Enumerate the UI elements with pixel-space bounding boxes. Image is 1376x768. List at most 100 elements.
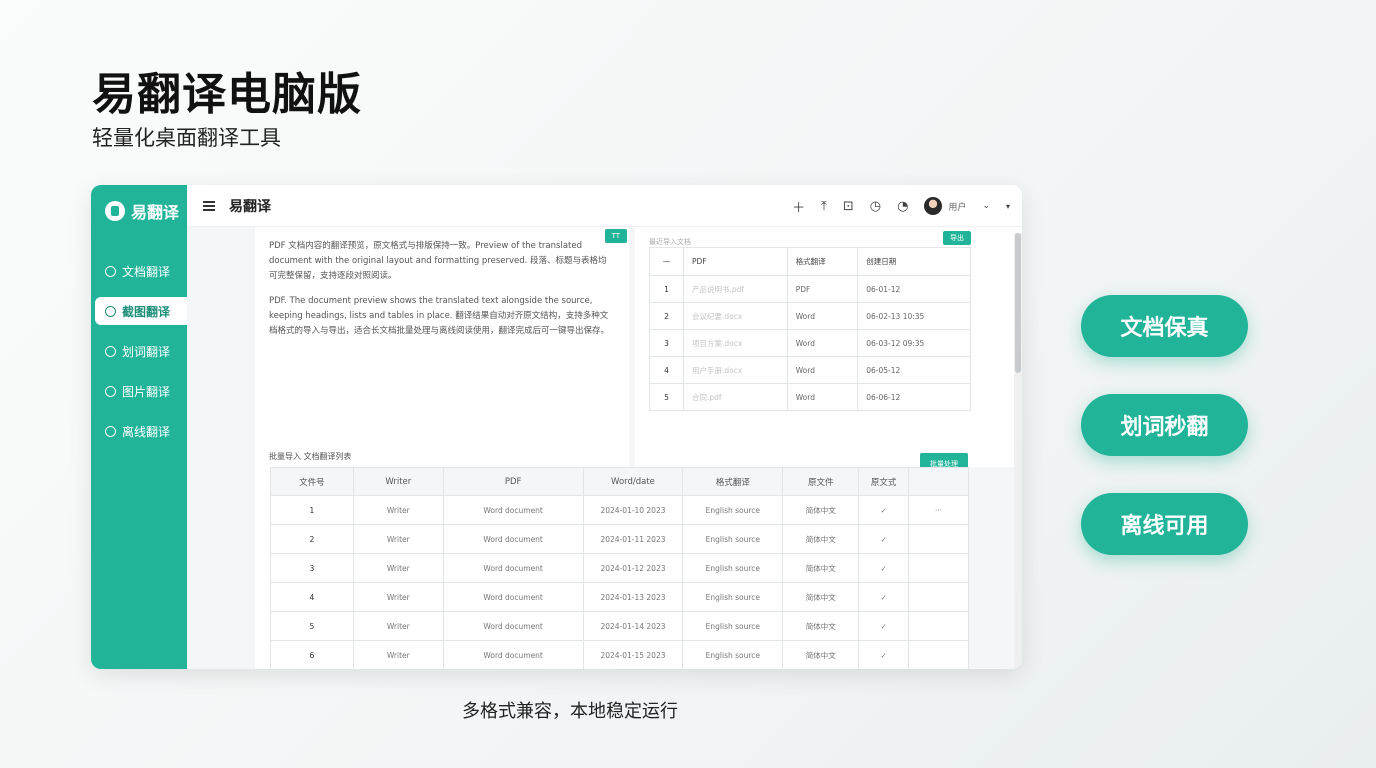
table-row[interactable]: 2 会议纪要.docx Word 06-02-13 10:35 [649, 302, 971, 330]
upload-icon[interactable]: ⤒ [821, 199, 827, 214]
sidebar-item-offline[interactable]: 离线翻译 [95, 417, 187, 445]
table-cell: 简体中文 [782, 611, 860, 641]
table-cell: English source [682, 611, 784, 641]
table-cell: Word document [442, 582, 584, 612]
table-header: 格式翻译 [786, 247, 859, 276]
highlight-icon [105, 345, 116, 357]
table-cell: 4 [270, 582, 354, 612]
table-cell: Writer [352, 553, 444, 583]
sidebar-item-document[interactable]: 文档翻译 [95, 257, 187, 285]
document-icon [105, 265, 116, 277]
table-header: 原文式 [858, 467, 910, 496]
table-cell: Word document [442, 524, 584, 554]
table-cell: 06-03-12 09:35 [857, 329, 971, 357]
table-cell: ✓ [858, 553, 910, 583]
sidebar-item-label: 划词翻译 [122, 344, 171, 359]
table-cell: 06-01-12 [857, 275, 971, 303]
table-row[interactable]: 4 Writer Word document 2024-01-13 2023 Engli… [270, 582, 969, 612]
table-cell[interactable]: ··· [908, 495, 969, 525]
table-cell: 2 [649, 302, 684, 330]
recent-docs-table: — PDF 格式翻译 创建日期 1 产品说明书.pdf PDF 06-01-12 2会… [649, 247, 971, 411]
table-label: 批量导入 文档翻译列表 [269, 452, 352, 461]
doc-paragraph: PDF. The document preview shows the tran… [269, 296, 610, 336]
table-cell: 简体中文 [782, 640, 860, 669]
table-cell: 项目方案.docx [683, 329, 788, 357]
topbar: 易翻译 ＋ ⤒ ⊡ ◷ ◔ 用户 ⌄ ▾ [187, 185, 1022, 227]
table-header: Writer [352, 467, 444, 496]
history-icon[interactable]: ◷ [870, 199, 881, 214]
sidebar-item-label: 截图翻译 [122, 304, 171, 319]
table-cell: English source [682, 582, 784, 612]
doc-action-button[interactable]: TT [604, 229, 627, 243]
table-cell: ✓ [858, 611, 910, 641]
caption: 多格式兼容，本地稳定运行 [462, 701, 678, 722]
table-row[interactable]: 5 Writer Word document 2024-01-14 2023 Engli… [270, 611, 969, 641]
hero-title: 易翻译电脑版 [92, 69, 362, 120]
table-cell: ✓ [858, 524, 910, 554]
table-row[interactable]: 3 项目方案.docx Word 06-03-12 09:35 [649, 329, 971, 357]
table-cell: ✓ [858, 640, 910, 669]
table-cell: 会议纪要.docx [683, 302, 788, 330]
dropdown-caret-icon[interactable]: ▾ [1006, 202, 1010, 211]
table-row[interactable]: 6 Writer Word document 2024-01-15 2023 Engli… [270, 640, 969, 669]
table-row[interactable]: 5 合同.pdf Word 06-06-12 [649, 383, 971, 411]
table-cell: 5 [649, 383, 684, 411]
logo-text: 易翻译 [131, 203, 180, 222]
table-cell [908, 611, 969, 641]
notification-icon[interactable]: ◔ [897, 199, 908, 214]
user-name: 用户 [948, 202, 967, 213]
table-cell: 3 [649, 329, 684, 357]
document-table: 文件号 Writer PDF Word/date 格式翻译 原文件 原文式 1W… [270, 467, 969, 669]
sidebar-item-screenshot[interactable]: 截图翻译 [95, 297, 187, 325]
table-cell: 2024-01-15 2023 [582, 640, 684, 669]
offline-icon [105, 425, 116, 437]
table-cell: Word [786, 383, 859, 411]
app-logo[interactable]: 易翻译 [105, 199, 179, 223]
table-row[interactable]: 3 Writer Word document 2024-01-12 2023 Engli… [270, 553, 969, 583]
table-cell: 2024-01-10 2023 [582, 495, 684, 525]
table-cell: 产品说明书.pdf [683, 275, 788, 303]
table-row[interactable]: 1 Writer Word document 2024-01-10 2023 Engli… [270, 495, 969, 525]
table-cell: 合同.pdf [683, 383, 788, 411]
table-header: 格式翻译 [682, 467, 784, 496]
table-cell: 2024-01-13 2023 [582, 582, 684, 612]
table-cell: 简体中文 [782, 495, 860, 525]
table-header-row: 文件号 Writer PDF Word/date 格式翻译 原文件 原文式 [270, 467, 969, 496]
table-cell: English source [682, 495, 784, 525]
table-cell: Word document [442, 553, 584, 583]
export-button[interactable]: 导出 [943, 231, 971, 245]
feature-badge-offline: 离线可用 [1081, 493, 1248, 555]
table-cell [908, 524, 969, 554]
scrollbar-thumb[interactable] [1015, 233, 1021, 373]
table-cell: 5 [270, 611, 354, 641]
table-cell [908, 582, 969, 612]
table-cell: Word document [442, 611, 584, 641]
table-cell: Writer [352, 495, 444, 525]
table-cell: English source [682, 524, 784, 554]
table-cell: 1 [270, 495, 354, 525]
table-cell: 2024-01-11 2023 [582, 524, 684, 554]
sidebar-item-image[interactable]: 图片翻译 [95, 377, 187, 405]
chevron-down-icon[interactable]: ⌄ [982, 201, 990, 211]
sidebar-nav: 文档翻译 截图翻译 划词翻译 图片翻译 离线翻译 [91, 257, 187, 457]
plus-icon[interactable]: ＋ [792, 197, 805, 216]
table-cell: Word [786, 356, 859, 384]
sidebar-item-label: 文档翻译 [122, 264, 171, 279]
sidebar-item-highlight[interactable]: 划词翻译 [95, 337, 187, 365]
table-row[interactable]: 2 Writer Word document 2024-01-11 2023 Engli… [270, 524, 969, 554]
table-cell: 06-06-12 [857, 383, 971, 411]
table-cell: Writer [352, 640, 444, 669]
lock-icon[interactable]: ⊡ [843, 199, 854, 214]
scrollbar[interactable] [1014, 233, 1022, 669]
menu-icon[interactable] [203, 200, 215, 211]
table-cell: Writer [352, 582, 444, 612]
table-row[interactable]: 1 产品说明书.pdf PDF 06-01-12 [649, 275, 971, 303]
table-cell: 简体中文 [782, 524, 860, 554]
table-row[interactable]: 4 用户手册.docx Word 06-05-12 [649, 356, 971, 384]
table-header: PDF [683, 247, 788, 276]
table-cell: English source [682, 553, 784, 583]
topbar-title: 易翻译 [229, 198, 271, 215]
table-cell: 3 [270, 553, 354, 583]
table-cell: Writer [352, 611, 444, 641]
avatar[interactable] [924, 197, 943, 215]
